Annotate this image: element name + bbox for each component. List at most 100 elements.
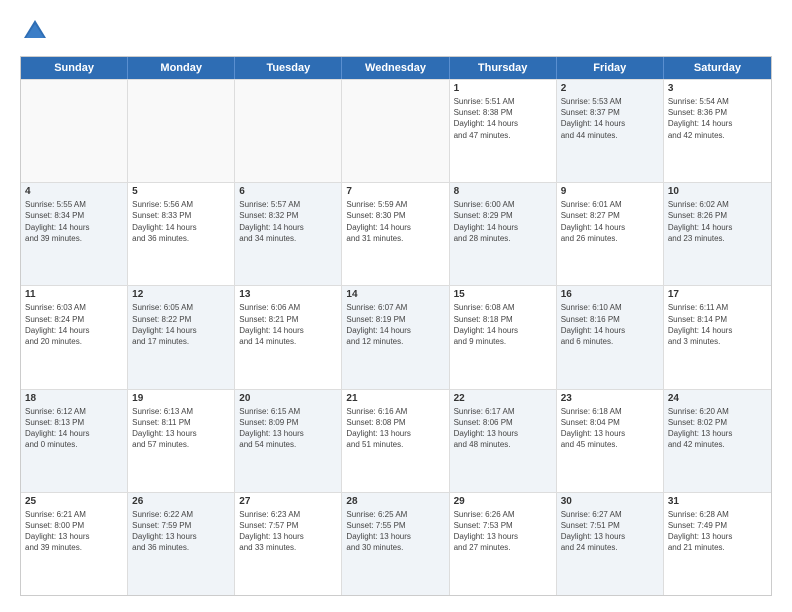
calendar-cell: 11 Sunrise: 6:03 AM Sunset: 8:24 PM Dayli…	[21, 286, 128, 388]
page: SundayMondayTuesdayWednesdayThursdayFrid…	[0, 0, 792, 612]
day-number: 29	[454, 496, 552, 507]
calendar-cell: 17 Sunrise: 6:11 AM Sunset: 8:14 PM Dayli…	[664, 286, 771, 388]
day-number: 6	[239, 186, 337, 197]
day-info: Sunrise: 5:55 AM Sunset: 8:34 PM Dayligh…	[25, 199, 123, 244]
day-info: Sunrise: 6:15 AM Sunset: 8:09 PM Dayligh…	[239, 406, 337, 451]
day-info: Sunrise: 6:10 AM Sunset: 8:16 PM Dayligh…	[561, 302, 659, 347]
day-number: 27	[239, 496, 337, 507]
day-number: 10	[668, 186, 767, 197]
day-number: 24	[668, 393, 767, 404]
day-info: Sunrise: 6:01 AM Sunset: 8:27 PM Dayligh…	[561, 199, 659, 244]
day-info: Sunrise: 6:00 AM Sunset: 8:29 PM Dayligh…	[454, 199, 552, 244]
calendar-row: 1 Sunrise: 5:51 AM Sunset: 8:38 PM Daylig…	[21, 79, 771, 182]
calendar-cell: 1 Sunrise: 5:51 AM Sunset: 8:38 PM Daylig…	[450, 80, 557, 182]
day-number: 3	[668, 83, 767, 94]
day-number: 28	[346, 496, 444, 507]
calendar-row: 4 Sunrise: 5:55 AM Sunset: 8:34 PM Daylig…	[21, 182, 771, 285]
day-number: 26	[132, 496, 230, 507]
calendar-cell: 26 Sunrise: 6:22 AM Sunset: 7:59 PM Dayli…	[128, 493, 235, 595]
calendar-cell: 29 Sunrise: 6:26 AM Sunset: 7:53 PM Dayli…	[450, 493, 557, 595]
day-number: 31	[668, 496, 767, 507]
day-number: 9	[561, 186, 659, 197]
day-info: Sunrise: 6:02 AM Sunset: 8:26 PM Dayligh…	[668, 199, 767, 244]
calendar-cell: 22 Sunrise: 6:17 AM Sunset: 8:06 PM Dayli…	[450, 390, 557, 492]
day-number: 25	[25, 496, 123, 507]
calendar-row: 11 Sunrise: 6:03 AM Sunset: 8:24 PM Dayli…	[21, 285, 771, 388]
day-info: Sunrise: 6:26 AM Sunset: 7:53 PM Dayligh…	[454, 509, 552, 554]
day-number: 2	[561, 83, 659, 94]
day-info: Sunrise: 6:22 AM Sunset: 7:59 PM Dayligh…	[132, 509, 230, 554]
day-number: 15	[454, 289, 552, 300]
day-number: 22	[454, 393, 552, 404]
day-number: 4	[25, 186, 123, 197]
calendar-header-day: Sunday	[21, 57, 128, 79]
calendar-cell: 28 Sunrise: 6:25 AM Sunset: 7:55 PM Dayli…	[342, 493, 449, 595]
day-info: Sunrise: 6:03 AM Sunset: 8:24 PM Dayligh…	[25, 302, 123, 347]
day-info: Sunrise: 6:11 AM Sunset: 8:14 PM Dayligh…	[668, 302, 767, 347]
day-info: Sunrise: 6:20 AM Sunset: 8:02 PM Dayligh…	[668, 406, 767, 451]
calendar-cell: 19 Sunrise: 6:13 AM Sunset: 8:11 PM Dayli…	[128, 390, 235, 492]
day-info: Sunrise: 6:23 AM Sunset: 7:57 PM Dayligh…	[239, 509, 337, 554]
calendar-cell: 3 Sunrise: 5:54 AM Sunset: 8:36 PM Daylig…	[664, 80, 771, 182]
calendar-cell: 7 Sunrise: 5:59 AM Sunset: 8:30 PM Daylig…	[342, 183, 449, 285]
day-number: 8	[454, 186, 552, 197]
calendar-cell: 4 Sunrise: 5:55 AM Sunset: 8:34 PM Daylig…	[21, 183, 128, 285]
calendar-cell: 23 Sunrise: 6:18 AM Sunset: 8:04 PM Dayli…	[557, 390, 664, 492]
day-number: 5	[132, 186, 230, 197]
day-info: Sunrise: 6:25 AM Sunset: 7:55 PM Dayligh…	[346, 509, 444, 554]
calendar-cell: 5 Sunrise: 5:56 AM Sunset: 8:33 PM Daylig…	[128, 183, 235, 285]
day-info: Sunrise: 5:57 AM Sunset: 8:32 PM Dayligh…	[239, 199, 337, 244]
day-info: Sunrise: 6:06 AM Sunset: 8:21 PM Dayligh…	[239, 302, 337, 347]
calendar-cell	[21, 80, 128, 182]
day-number: 19	[132, 393, 230, 404]
calendar-cell: 9 Sunrise: 6:01 AM Sunset: 8:27 PM Daylig…	[557, 183, 664, 285]
day-number: 7	[346, 186, 444, 197]
day-number: 30	[561, 496, 659, 507]
day-number: 14	[346, 289, 444, 300]
calendar-cell: 27 Sunrise: 6:23 AM Sunset: 7:57 PM Dayli…	[235, 493, 342, 595]
calendar-cell: 18Sunrise: 6:12 AM Sunset: 8:13 PM Dayli…	[21, 390, 128, 492]
logo-icon	[20, 16, 50, 46]
calendar-header-day: Saturday	[664, 57, 771, 79]
calendar-row: 25 Sunrise: 6:21 AM Sunset: 8:00 PM Dayli…	[21, 492, 771, 595]
day-info: Sunrise: 6:17 AM Sunset: 8:06 PM Dayligh…	[454, 406, 552, 451]
calendar-cell: 24 Sunrise: 6:20 AM Sunset: 8:02 PM Dayli…	[664, 390, 771, 492]
day-info: Sunrise: 5:51 AM Sunset: 8:38 PM Dayligh…	[454, 96, 552, 141]
calendar-cell: 25 Sunrise: 6:21 AM Sunset: 8:00 PM Dayli…	[21, 493, 128, 595]
day-info: Sunrise: 5:59 AM Sunset: 8:30 PM Dayligh…	[346, 199, 444, 244]
day-info: Sunrise: 6:27 AM Sunset: 7:51 PM Dayligh…	[561, 509, 659, 554]
day-info: Sunrise: 5:53 AM Sunset: 8:37 PM Dayligh…	[561, 96, 659, 141]
day-info: Sunrise: 6:16 AM Sunset: 8:08 PM Dayligh…	[346, 406, 444, 451]
calendar-cell: 13 Sunrise: 6:06 AM Sunset: 8:21 PM Dayli…	[235, 286, 342, 388]
calendar: SundayMondayTuesdayWednesdayThursdayFrid…	[20, 56, 772, 596]
day-info: Sunrise: 6:13 AM Sunset: 8:11 PM Dayligh…	[132, 406, 230, 451]
day-info: Sunrise: 6:07 AM Sunset: 8:19 PM Dayligh…	[346, 302, 444, 347]
day-number: 23	[561, 393, 659, 404]
calendar-cell: 15 Sunrise: 6:08 AM Sunset: 8:18 PM Dayli…	[450, 286, 557, 388]
calendar-cell: 2 Sunrise: 5:53 AM Sunset: 8:37 PM Daylig…	[557, 80, 664, 182]
day-info: Sunrise: 5:54 AM Sunset: 8:36 PM Dayligh…	[668, 96, 767, 141]
day-info: Sunrise: 6:28 AM Sunset: 7:49 PM Dayligh…	[668, 509, 767, 554]
day-info: Sunrise: 5:56 AM Sunset: 8:33 PM Dayligh…	[132, 199, 230, 244]
day-info: Sunrise: 6:18 AM Sunset: 8:04 PM Dayligh…	[561, 406, 659, 451]
calendar-cell: 10 Sunrise: 6:02 AM Sunset: 8:26 PM Dayli…	[664, 183, 771, 285]
calendar-header-day: Tuesday	[235, 57, 342, 79]
calendar-header-day: Thursday	[450, 57, 557, 79]
day-number: 17	[668, 289, 767, 300]
day-number: 18	[25, 393, 123, 404]
calendar-cell: 21Sunrise: 6:16 AM Sunset: 8:08 PM Dayli…	[342, 390, 449, 492]
day-number: 11	[25, 289, 123, 300]
calendar-header-day: Friday	[557, 57, 664, 79]
day-number: 12	[132, 289, 230, 300]
day-number: 1	[454, 83, 552, 94]
calendar-cell: 30 Sunrise: 6:27 AM Sunset: 7:51 PM Dayli…	[557, 493, 664, 595]
day-info: Sunrise: 6:08 AM Sunset: 8:18 PM Dayligh…	[454, 302, 552, 347]
calendar-header-day: Wednesday	[342, 57, 449, 79]
logo	[20, 16, 54, 46]
header	[20, 16, 772, 46]
day-number: 16	[561, 289, 659, 300]
calendar-cell: 6 Sunrise: 5:57 AM Sunset: 8:32 PM Daylig…	[235, 183, 342, 285]
day-info: Sunrise: 6:21 AM Sunset: 8:00 PM Dayligh…	[25, 509, 123, 554]
day-number: 13	[239, 289, 337, 300]
calendar-body: 1 Sunrise: 5:51 AM Sunset: 8:38 PM Daylig…	[21, 79, 771, 595]
